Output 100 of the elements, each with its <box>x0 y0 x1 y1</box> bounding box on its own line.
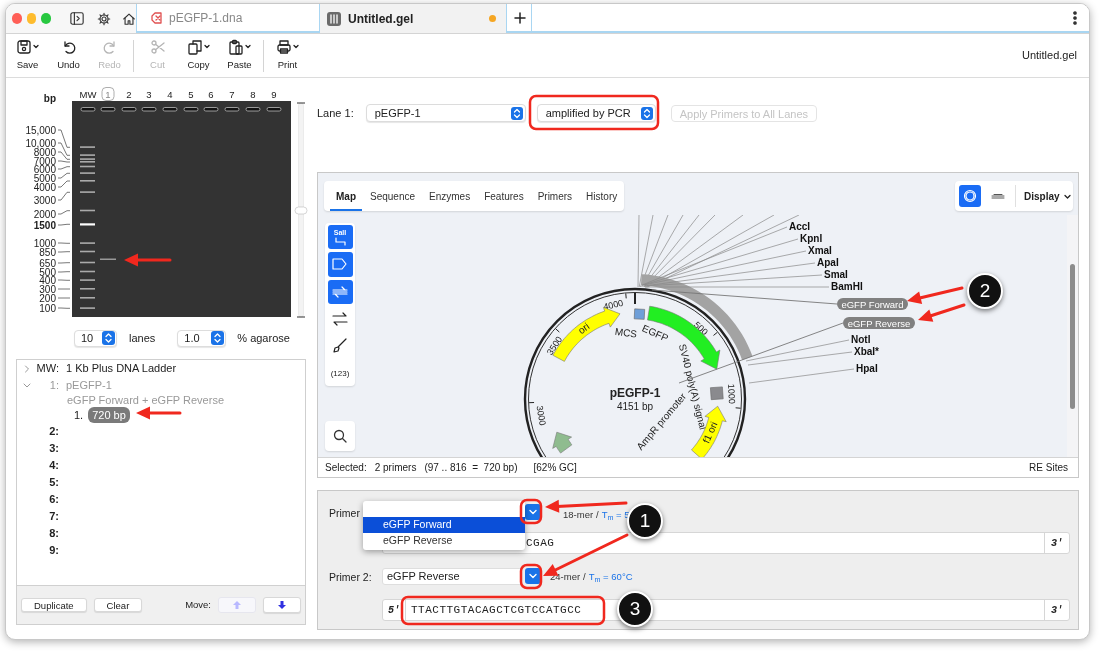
arrow-up-icon <box>232 600 242 610</box>
lane-label[interactable]: 3 <box>146 88 152 100</box>
new-tab-icon[interactable] <box>514 11 526 24</box>
paste-button[interactable]: Paste <box>219 35 260 76</box>
arrow-down-icon <box>277 600 287 610</box>
enzyme-label[interactable]: ApaI <box>817 257 839 268</box>
map-tab[interactable]: Primers <box>531 181 579 211</box>
primers-tool-button[interactable] <box>327 279 353 304</box>
dropdown-button[interactable] <box>525 504 541 520</box>
selection-range: (97 .. 816 = 720 bp) <box>424 461 518 475</box>
slider-handle[interactable] <box>294 206 308 215</box>
enzyme-label[interactable]: XmaI <box>808 245 832 256</box>
scrollbar-thumb[interactable] <box>1070 264 1075 409</box>
enzyme-label[interactable]: AccI <box>789 221 811 232</box>
map-tab[interactable]: Features <box>478 181 530 211</box>
primer-label[interactable]: eGFP Reverse <box>843 317 915 329</box>
gel-well <box>183 107 199 112</box>
lane-number[interactable]: 8: <box>31 525 59 542</box>
leader-line <box>57 210 71 215</box>
display-menu[interactable]: Display <box>1024 188 1071 204</box>
map-tab[interactable]: Enzymes <box>423 181 477 211</box>
lane-label[interactable]: 1 <box>105 88 111 100</box>
feature-label: EGFP <box>640 322 670 344</box>
print-button[interactable]: Print <box>267 35 308 76</box>
copy-button[interactable]: Copy <box>178 35 219 76</box>
save-button[interactable]: Save <box>7 35 48 76</box>
annotation-arrow <box>124 253 172 267</box>
primer-label: Primer <box>329 506 360 521</box>
ladder-size-label: 1000 <box>33 237 56 249</box>
lane-label[interactable]: 4 <box>167 88 173 100</box>
lane-number[interactable]: MW: <box>31 360 59 377</box>
lane-number[interactable]: 5: <box>31 474 59 491</box>
lane-number[interactable]: 3: <box>31 440 59 457</box>
lane-label[interactable]: 7 <box>229 88 235 100</box>
circular-view-button[interactable] <box>959 185 981 207</box>
enzyme-label[interactable]: KpnI <box>800 233 823 244</box>
numbers-tool-button[interactable]: (123) <box>327 361 353 386</box>
document-tab[interactable]: pEGFP-1.dna <box>136 4 319 33</box>
enzyme-label[interactable]: SmaI <box>824 269 848 280</box>
lane-name[interactable]: 1 Kb Plus DNA Ladder <box>66 360 177 377</box>
tick-label: 1000 <box>726 383 737 405</box>
lane-number[interactable]: 2: <box>31 423 59 440</box>
paste-icon <box>228 38 244 55</box>
enzyme-label[interactable]: BamHI <box>831 281 863 292</box>
list-action-button[interactable]: Clear <box>93 598 143 612</box>
enzymes-icon <box>334 236 346 246</box>
map-tab[interactable]: History <box>580 181 624 211</box>
lane-number[interactable]: 4: <box>31 457 59 474</box>
enzyme-label[interactable]: NotI <box>851 334 871 345</box>
sequence-select[interactable]: pEGFP-1 <box>365 104 526 122</box>
melting-temperature: T$_{m}$ = 60°C <box>588 570 633 585</box>
chevron-down-icon[interactable] <box>23 381 31 390</box>
search-button[interactable] <box>325 421 355 451</box>
ladder-size-label: 650 <box>39 257 56 269</box>
lane-label[interactable]: MW <box>79 88 97 100</box>
settings-icon[interactable] <box>96 10 111 27</box>
primer-label: Primer 2: <box>329 570 372 585</box>
primer-length: 18-mer <box>563 508 594 522</box>
dropdown-button[interactable] <box>525 568 541 584</box>
sidebar-icon[interactable] <box>69 11 84 26</box>
more-icon[interactable] <box>1073 10 1077 25</box>
features-tool-button[interactable] <box>327 252 353 277</box>
primer-select[interactable]: eGFP Reverse <box>382 568 522 585</box>
three-prime-label: 3' <box>1044 600 1069 620</box>
number-stepper[interactable]: 1.0 <box>177 329 227 347</box>
list-action-button[interactable]: Duplicate <box>21 598 87 612</box>
close-button[interactable] <box>12 13 22 24</box>
undo-button[interactable]: Undo <box>48 35 89 76</box>
product-select[interactable]: amplified by PCR <box>536 104 656 122</box>
select-value: pEGFP-1 <box>374 105 421 121</box>
feature-block[interactable] <box>633 308 645 320</box>
lane-number[interactable]: 7: <box>31 508 59 525</box>
number-stepper[interactable]: 10 <box>74 329 117 347</box>
lane-label[interactable]: 8 <box>250 88 256 100</box>
ladder-size-label: 5000 <box>33 172 56 184</box>
feature-arrow[interactable] <box>691 405 727 459</box>
document-icon <box>149 10 163 25</box>
primer-label[interactable]: eGFP Forward <box>837 298 908 310</box>
map-tab[interactable]: Sequence <box>364 181 422 211</box>
lanes-label: lanes <box>129 330 156 346</box>
lane-label[interactable]: 2 <box>126 88 132 100</box>
enzyme-label[interactable]: XbaI* <box>854 346 879 357</box>
lane-label[interactable]: 9 <box>271 88 277 100</box>
map-tab[interactable]: Map <box>330 181 362 211</box>
tick-label: 3000 <box>534 404 548 427</box>
enzyme-label[interactable]: HpaI <box>856 363 878 374</box>
slider-end-mark <box>296 316 306 318</box>
document-tab[interactable]: Untitled.gel <box>319 4 506 33</box>
menu-item[interactable]: eGFP Forward <box>363 517 525 533</box>
lane-label[interactable]: 5 <box>188 88 194 100</box>
move-down-button[interactable] <box>263 597 301 613</box>
feature-block[interactable] <box>710 386 724 400</box>
lane-number[interactable]: 6: <box>31 491 59 508</box>
lane-number[interactable]: 9: <box>31 542 59 559</box>
band-size[interactable]: 720 bp <box>88 406 130 424</box>
chevron-down-icon <box>529 573 537 579</box>
stepper-arrows-icon <box>211 331 225 345</box>
lane-label[interactable]: 6 <box>208 88 214 100</box>
tab-label: Untitled.gel <box>348 10 414 28</box>
annotation-arrow <box>918 303 966 322</box>
